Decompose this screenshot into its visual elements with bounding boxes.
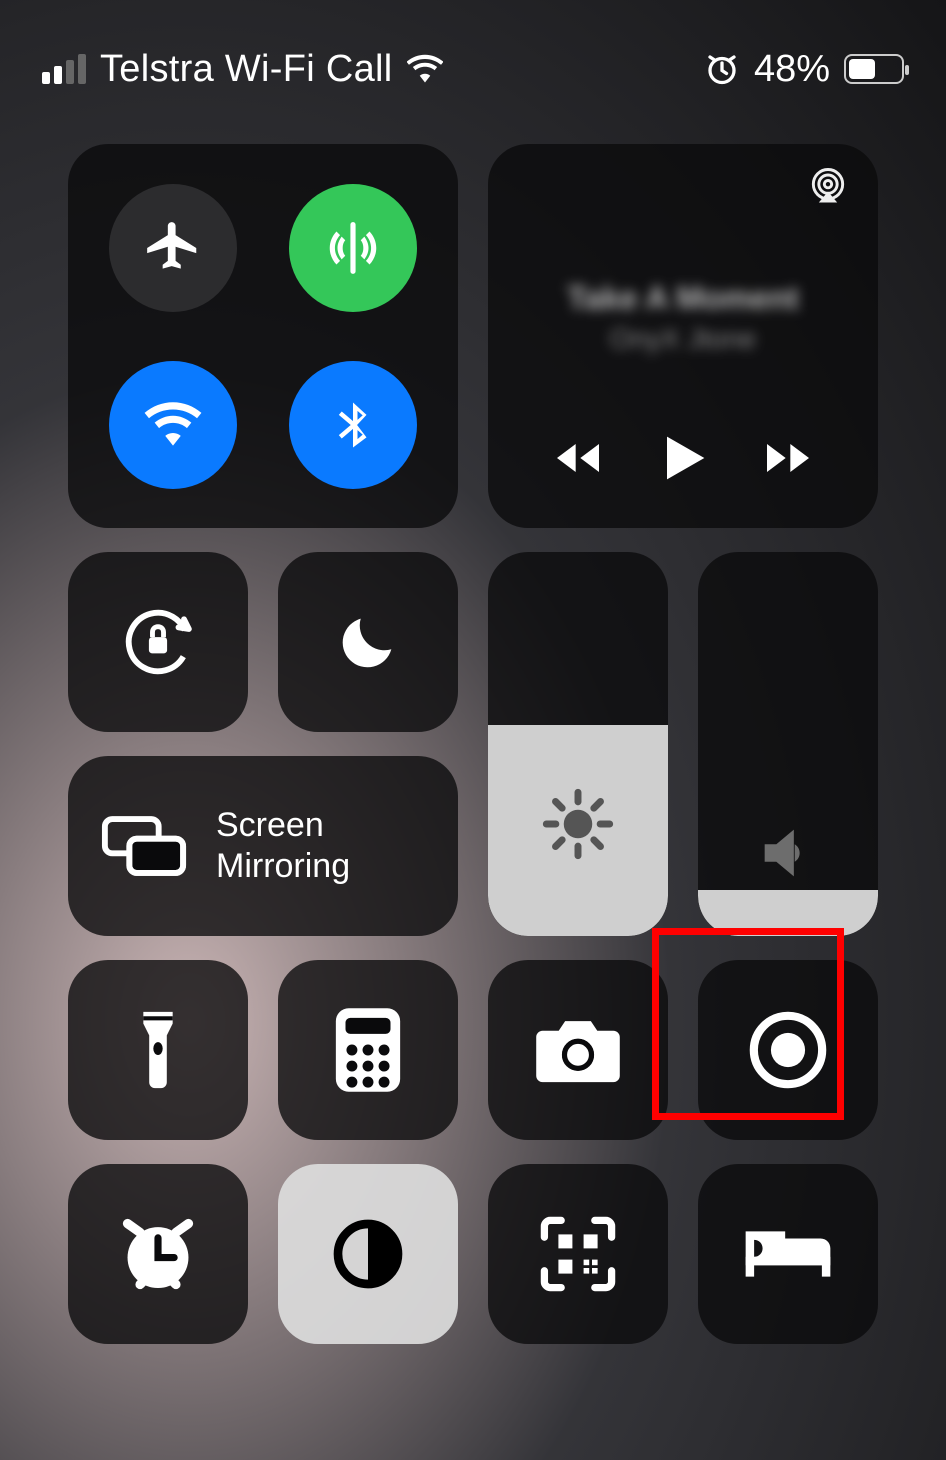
media-info: Take A Moment OnyX Jtone — [567, 280, 799, 355]
alarm-status-icon — [704, 51, 740, 87]
wifi-status-icon — [407, 51, 443, 87]
screen-mirroring-icon — [100, 812, 188, 880]
speaker-icon — [753, 818, 823, 888]
play-button[interactable] — [651, 426, 715, 490]
sleep-button[interactable] — [698, 1164, 878, 1344]
wifi-toggle[interactable] — [109, 361, 237, 489]
camera-icon — [533, 1014, 623, 1086]
moon-icon — [333, 607, 403, 677]
airplane-icon — [142, 217, 204, 279]
screen-mirroring-button[interactable]: Screen Mirroring — [68, 756, 458, 936]
media-title: Take A Moment — [567, 280, 799, 317]
airplane-mode-toggle[interactable] — [109, 184, 237, 312]
cellular-data-toggle[interactable] — [289, 184, 417, 312]
alarm-clock-icon — [115, 1211, 201, 1297]
bluetooth-toggle[interactable] — [289, 361, 417, 489]
connectivity-panel[interactable] — [68, 144, 458, 528]
wifi-icon — [142, 394, 204, 456]
sun-icon — [540, 786, 616, 862]
orientation-lock-button[interactable] — [68, 552, 248, 732]
flashlight-button[interactable] — [68, 960, 248, 1140]
cell-signal-icon — [42, 54, 86, 84]
next-track-button[interactable] — [760, 430, 816, 486]
battery-icon — [844, 54, 904, 84]
media-panel[interactable]: Take A Moment OnyX Jtone — [488, 144, 878, 528]
bed-icon — [740, 1219, 836, 1289]
media-artist: OnyX Jtone — [567, 323, 799, 355]
status-bar: Telstra Wi-Fi Call 48% — [0, 0, 946, 100]
dark-mode-button[interactable] — [278, 1164, 458, 1344]
brightness-slider[interactable] — [488, 552, 668, 936]
qr-scanner-button[interactable] — [488, 1164, 668, 1344]
orientation-lock-icon — [119, 603, 197, 681]
screen-mirroring-label: Screen Mirroring — [216, 805, 350, 887]
calculator-button[interactable] — [278, 960, 458, 1140]
antenna-icon — [322, 217, 384, 279]
record-icon — [747, 1009, 829, 1091]
battery-percent: 48% — [754, 48, 830, 91]
volume-slider[interactable] — [698, 552, 878, 936]
alarm-button[interactable] — [68, 1164, 248, 1344]
bluetooth-icon — [326, 398, 380, 452]
screen-record-button[interactable] — [698, 960, 878, 1140]
dark-mode-icon — [328, 1214, 408, 1294]
do-not-disturb-button[interactable] — [278, 552, 458, 732]
calculator-icon — [331, 1005, 405, 1095]
qr-code-icon — [536, 1212, 620, 1296]
camera-button[interactable] — [488, 960, 668, 1140]
previous-track-button[interactable] — [550, 430, 606, 486]
carrier-label: Telstra Wi-Fi Call — [100, 48, 393, 91]
flashlight-icon — [124, 1006, 192, 1094]
airplay-icon[interactable] — [806, 164, 850, 208]
